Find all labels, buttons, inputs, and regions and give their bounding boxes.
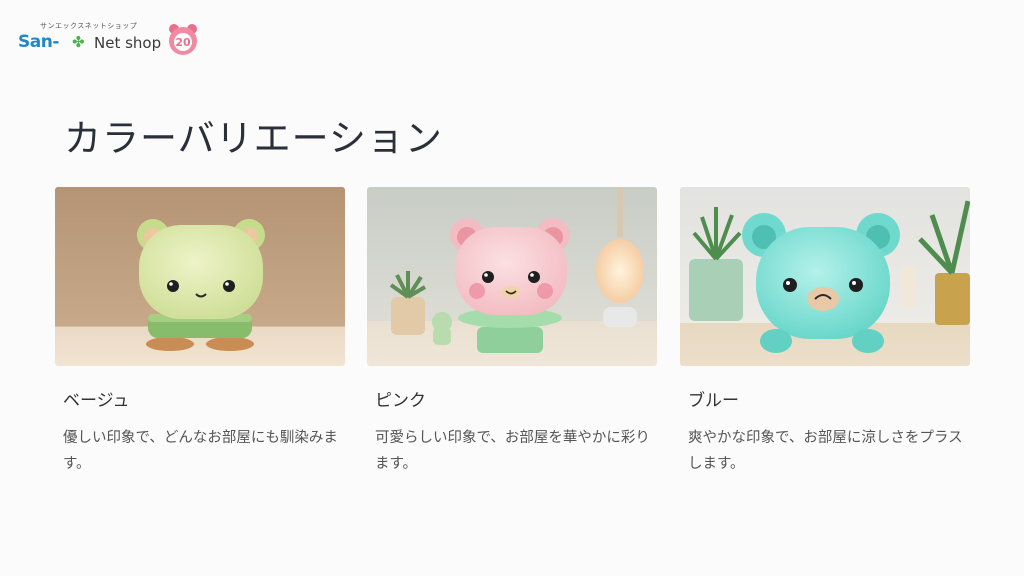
pink-bear-image (367, 187, 657, 366)
card-title: ブルー (688, 391, 739, 411)
card-title: ピンク (375, 391, 426, 411)
card-description: 爽やかな印象で、お部屋に涼しさをプラスします。 (688, 430, 963, 472)
logo-kana-text: サンエックスネットショップ (40, 22, 138, 30)
site-logo[interactable]: サンエックスネットショップ San- ✤ Net shop 20 (18, 20, 203, 60)
page-title: カラーバリエーション (64, 117, 443, 160)
clover-icon: ✤ (72, 33, 85, 51)
color-card-pink: ピンク 可愛らしい印象で、お部屋を華やかに彩ります。 (367, 187, 657, 477)
card-description: 優しい印象で、どんなお部屋にも馴染みます。 (63, 430, 338, 472)
logo-shop-text: Net shop (94, 34, 162, 52)
badge-number: 20 (175, 36, 191, 49)
color-card-beige: ベージュ 優しい印象で、どんなお部屋にも馴染みます。 (55, 187, 345, 477)
blue-bear-image (680, 187, 970, 366)
anniversary-badge-icon: 20 (169, 24, 197, 55)
card-title: ベージュ (63, 391, 130, 411)
color-card-blue: ブルー 爽やかな印象で、お部屋に涼しさをプラスします。 (680, 187, 970, 477)
beige-bear-image (55, 187, 345, 366)
card-description: 可愛らしい印象で、お部屋を華やかに彩ります。 (375, 430, 650, 472)
logo-brand-text: San- (18, 32, 59, 52)
